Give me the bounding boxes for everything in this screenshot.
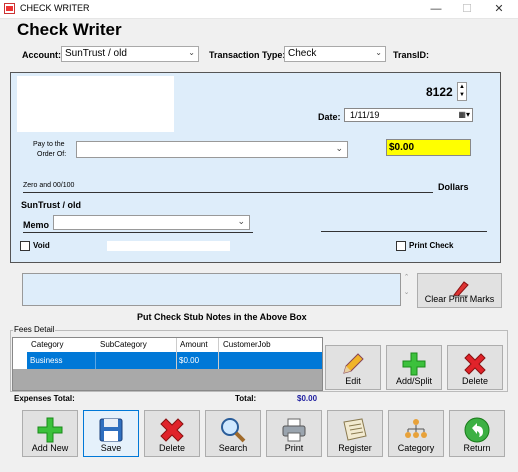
add-new-button[interactable]: Add New xyxy=(22,410,78,457)
add-new-label: Add New xyxy=(31,443,69,453)
stub-notes-caption: Put Check Stub Notes in the Above Box xyxy=(137,312,307,322)
register-button[interactable]: Register xyxy=(327,410,383,457)
close-button[interactable]: ✕ xyxy=(484,0,514,18)
date-picker[interactable]: 1/11/19 ▦▾ xyxy=(344,108,473,122)
row-header[interactable] xyxy=(13,352,28,369)
memo-line xyxy=(23,232,253,233)
chevron-down-icon: ⌄ xyxy=(335,143,343,153)
amount-value: $0.00 xyxy=(389,142,415,153)
grid-divider xyxy=(95,352,96,369)
fees-delete-label: Delete xyxy=(461,376,488,386)
fees-detail-label: Fees Detail xyxy=(13,325,56,334)
add-split-button[interactable]: Add/Split xyxy=(386,345,442,390)
memo-label: Memo xyxy=(23,220,50,230)
grid-divider xyxy=(176,338,177,369)
account-combobox[interactable]: SunTrust / old ⌄ xyxy=(61,46,199,62)
stub-notes-textbox[interactable] xyxy=(22,273,401,306)
column-header-category[interactable]: Category xyxy=(31,340,63,349)
total-label: Total: xyxy=(235,394,257,403)
account-label: Account: xyxy=(22,50,61,60)
window-title: CHECK WRITER xyxy=(20,3,90,13)
amount-words: Zero and 00/100 xyxy=(23,182,75,189)
return-arrow-icon xyxy=(464,417,490,443)
printer-icon xyxy=(282,418,306,442)
category-button[interactable]: Category xyxy=(388,410,444,457)
maximize-button[interactable]: ☐ xyxy=(452,0,482,18)
print-button[interactable]: Print xyxy=(266,410,322,457)
clear-print-marks-label: Clear Print Marks xyxy=(424,294,495,304)
column-header-amount[interactable]: Amount xyxy=(180,340,208,349)
dollars-label: Dollars xyxy=(438,182,469,192)
grid-divider xyxy=(218,338,219,369)
logo-area xyxy=(17,76,174,132)
column-header-subcategory[interactable]: SubCategory xyxy=(100,340,147,349)
delete-label: Delete xyxy=(158,443,185,453)
signature-line xyxy=(321,231,487,232)
return-button[interactable]: Return xyxy=(449,410,505,457)
account-value: SunTrust / old xyxy=(65,48,127,59)
print-check-checkbox[interactable] xyxy=(396,241,406,251)
clear-print-marks-button[interactable]: Clear Print Marks xyxy=(417,273,502,308)
date-value: 1/11/19 xyxy=(350,110,380,120)
pay-to-label: Pay to the xyxy=(33,141,65,148)
edit-label: Edit xyxy=(345,376,361,386)
save-button[interactable]: Save xyxy=(83,410,139,457)
add-split-label: Add/Split xyxy=(395,376,433,386)
cell-amount: $0.00 xyxy=(179,356,200,365)
app-icon xyxy=(4,3,15,14)
amount-field[interactable]: $0.00 xyxy=(386,139,471,156)
check-number-spinner[interactable]: ▲ ▼ xyxy=(457,82,467,101)
chevron-down-icon: ⌄ xyxy=(188,48,195,57)
search-button[interactable]: Search xyxy=(205,410,261,457)
date-label: Date: xyxy=(318,112,341,122)
transid-label: TransID: xyxy=(393,50,430,60)
bank-name: SunTrust / old xyxy=(21,200,81,210)
delete-x-icon xyxy=(160,418,184,442)
register-book-icon xyxy=(343,418,367,441)
cell-category: Business xyxy=(30,356,63,365)
save-label: Save xyxy=(100,443,122,453)
stub-notes-scrollbar[interactable]: ⌃ ⌄ xyxy=(402,273,411,306)
table-row[interactable] xyxy=(27,352,322,369)
print-check-label: Print Check xyxy=(409,241,454,250)
column-header-customerjob[interactable]: CustomerJob xyxy=(223,340,271,349)
delete-x-icon xyxy=(464,353,486,375)
chevron-down-icon: ⌄ xyxy=(375,48,382,57)
floppy-disk-icon xyxy=(99,418,123,442)
delete-button[interactable]: Delete xyxy=(144,410,200,457)
title-bar: CHECK WRITER — ☐ ✕ xyxy=(0,0,518,19)
check-number: 8122 xyxy=(426,85,453,99)
plus-icon xyxy=(37,417,63,443)
order-of-label: Order Of: xyxy=(37,151,67,158)
edit-button[interactable]: Edit xyxy=(325,345,381,390)
plus-icon xyxy=(402,352,426,376)
transaction-type-value: Check xyxy=(288,48,317,59)
transaction-type-label: Transaction Type: xyxy=(209,50,286,60)
check-panel: 8122 ▲ ▼ Date: 1/11/19 ▦▾ Pay to the Orde… xyxy=(10,72,501,263)
void-label: Void xyxy=(33,241,50,250)
org-chart-icon xyxy=(405,419,427,438)
memo-combobox[interactable]: ⌄ xyxy=(53,215,250,230)
minimize-button[interactable]: — xyxy=(421,0,451,18)
total-value: $0.00 xyxy=(297,394,318,403)
payee-combobox[interactable]: ⌄ xyxy=(76,141,348,158)
category-label: Category xyxy=(397,443,435,453)
fees-grid[interactable]: Category SubCategory Amount CustomerJob … xyxy=(12,337,323,391)
chevron-down-icon: ⌄ xyxy=(237,216,245,226)
return-label: Return xyxy=(463,443,491,453)
pencil-icon xyxy=(343,353,364,374)
magnifier-icon xyxy=(221,418,246,443)
transaction-type-combobox[interactable]: Check ⌄ xyxy=(284,46,386,62)
register-label: Register xyxy=(338,443,372,453)
expenses-total-label: Expenses Total: xyxy=(14,394,75,403)
print-label: Print xyxy=(284,443,304,453)
blank-field xyxy=(107,241,230,251)
page-title: Check Writer xyxy=(17,20,122,39)
fees-delete-button[interactable]: Delete xyxy=(447,345,503,390)
amount-words-line xyxy=(23,192,433,193)
search-label: Search xyxy=(218,443,248,453)
calendar-icon: ▦▾ xyxy=(458,110,470,119)
void-checkbox[interactable] xyxy=(20,241,30,251)
